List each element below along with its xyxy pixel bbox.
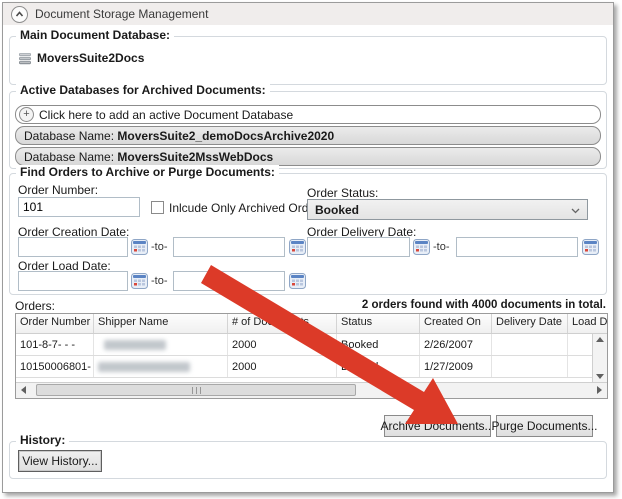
scrollbar-grip-icon: [192, 387, 201, 394]
cell-created-on: 1/27/2009: [420, 356, 492, 377]
orders-table-rows: 101-8-7- - - 2000 Booked 2/26/2007 10150…: [16, 334, 592, 382]
delivery-date-to-input[interactable]: [456, 237, 578, 257]
horizontal-scrollbar[interactable]: [16, 382, 607, 398]
main-database-item: MoversSuite2Docs: [18, 51, 144, 65]
archive-documents-button[interactable]: Archive Documents...: [384, 415, 491, 437]
redacted-shipper-name: [104, 340, 166, 350]
main-database-label: Main Document Database:: [16, 28, 174, 42]
orders-table: Order Number Shipper Name # of Documents…: [15, 313, 608, 399]
scrollbar-thumb[interactable]: [36, 384, 356, 396]
orders-label: Orders:: [15, 299, 55, 313]
find-orders-groupbox: Find Orders to Archive or Purge Document…: [9, 173, 607, 295]
column-header-documents[interactable]: # of Documents: [228, 314, 337, 333]
dialog-header: Document Storage Management: [3, 3, 613, 25]
creation-date-from-input[interactable]: [18, 237, 128, 257]
order-status-select[interactable]: Booked: [307, 199, 588, 220]
cell-order-number: 10150006801- - -: [16, 356, 94, 377]
document-storage-dialog: Document Storage Management Main Documen…: [2, 2, 614, 493]
database-name-prefix: Database Name:: [24, 129, 117, 143]
find-orders-label: Find Orders to Archive or Purge Document…: [16, 165, 279, 179]
collapse-icon[interactable]: [11, 6, 28, 23]
cell-shipper-name: [94, 334, 228, 355]
table-row[interactable]: 10150006801- - - 2000 Booked 1/27/2009: [16, 356, 592, 378]
load-date-to-input[interactable]: [173, 271, 285, 291]
main-database-name: MoversSuite2Docs: [37, 51, 144, 65]
include-archived-label: Inlcude Only Archived Orders: [169, 201, 325, 215]
orders-summary: 2 orders found with 4000 documents in to…: [362, 299, 606, 311]
redacted-shipper-name: [98, 362, 190, 372]
add-database-text: Click here to add an active Document Dat…: [39, 108, 293, 122]
scroll-left-icon[interactable]: [16, 383, 31, 397]
database-row[interactable]: Database Name: MoversSuite2_demoDocsArch…: [15, 126, 601, 145]
cell-delivery-date: [492, 356, 568, 377]
cell-created-on: 2/26/2007: [420, 334, 492, 355]
main-database-groupbox: Main Document Database: MoversSuite2Docs: [9, 36, 607, 85]
chevron-down-icon: [571, 203, 580, 217]
vertical-scrollbar[interactable]: [592, 334, 607, 382]
creation-date-to-input[interactable]: [173, 237, 285, 257]
page-title: Document Storage Management: [35, 7, 208, 21]
calendar-icon[interactable]: [289, 272, 306, 289]
cell-shipper-name: [94, 356, 228, 377]
to-separator: -to-: [433, 241, 450, 253]
cell-load-date: [568, 356, 592, 377]
include-archived-checkbox[interactable]: [151, 201, 164, 214]
cell-documents: 2000: [228, 334, 337, 355]
database-row[interactable]: Database Name: MoversSuite2MssWebDocs: [15, 147, 601, 166]
cell-order-number: 101-8-7- - -: [16, 334, 94, 355]
order-status-label: Order Status:: [307, 186, 378, 200]
order-status-value: Booked: [315, 203, 359, 217]
column-header-status[interactable]: Status: [337, 314, 420, 333]
scroll-up-icon[interactable]: [596, 337, 604, 342]
load-date-from-input[interactable]: [18, 271, 128, 291]
history-groupbox: History: View History...: [9, 441, 607, 479]
column-header-delivery-date[interactable]: Delivery Date: [492, 314, 568, 333]
delivery-date-from-input[interactable]: [307, 237, 410, 257]
column-header-order-number[interactable]: Order Number: [16, 314, 94, 333]
scroll-down-icon[interactable]: [596, 374, 604, 379]
calendar-icon[interactable]: [289, 238, 306, 255]
to-separator: -to-: [151, 275, 168, 287]
database-name-value: MoversSuite2_demoDocsArchive2020: [117, 129, 334, 143]
active-databases-label: Active Databases for Archived Documents:: [16, 83, 270, 97]
scroll-right-icon[interactable]: [592, 383, 607, 397]
column-header-shipper-name[interactable]: Shipper Name: [94, 314, 228, 333]
database-icon: [18, 51, 32, 65]
cell-documents: 2000: [228, 356, 337, 377]
add-database-row[interactable]: + Click here to add an active Document D…: [15, 105, 601, 124]
order-number-label: Order Number:: [18, 183, 98, 197]
calendar-icon[interactable]: [413, 238, 430, 255]
cell-delivery-date: [492, 334, 568, 355]
order-number-input[interactable]: [18, 197, 140, 217]
history-label: History:: [16, 433, 69, 447]
column-header-load-date[interactable]: Load Date: [568, 314, 607, 333]
column-header-created-on[interactable]: Created On: [420, 314, 492, 333]
table-row[interactable]: 101-8-7- - - 2000 Booked 2/26/2007: [16, 334, 592, 356]
cell-status: Booked: [337, 334, 420, 355]
database-name-prefix: Database Name:: [24, 150, 117, 164]
to-separator: -to-: [151, 241, 168, 253]
calendar-icon[interactable]: [582, 238, 599, 255]
cell-status: Booked: [337, 356, 420, 377]
purge-documents-button[interactable]: Purge Documents...: [496, 415, 593, 437]
orders-table-header: Order Number Shipper Name # of Documents…: [16, 314, 607, 334]
add-icon: +: [19, 107, 34, 122]
cell-load-date: [568, 334, 592, 355]
database-name-value: MoversSuite2MssWebDocs: [117, 150, 273, 164]
view-history-button[interactable]: View History...: [18, 450, 102, 472]
calendar-icon[interactable]: [131, 272, 148, 289]
active-databases-groupbox: Active Databases for Archived Documents:…: [9, 91, 607, 169]
calendar-icon[interactable]: [131, 238, 148, 255]
